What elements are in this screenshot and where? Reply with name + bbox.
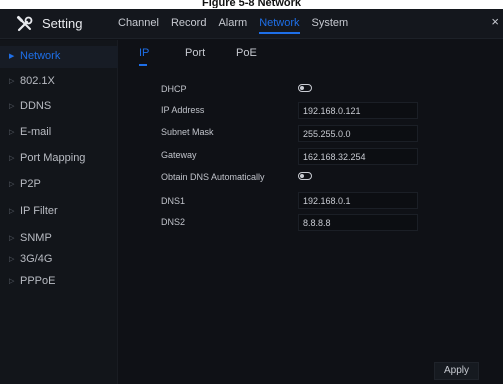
tools-icon	[16, 15, 34, 33]
sidebar-item-label: Port Mapping	[20, 152, 86, 164]
triangle-right-icon: ▷	[9, 278, 15, 285]
gateway-label: Gateway	[161, 150, 197, 160]
auto-dns-toggle[interactable]	[298, 172, 312, 180]
auto-dns-label: Obtain DNS Automatically	[161, 172, 265, 182]
ip-address-label: IP Address	[161, 105, 205, 115]
sidebar-item-email[interactable]: ▷ E-mail	[0, 122, 118, 144]
apply-button[interactable]: Apply	[434, 362, 479, 380]
sidebar-item-label: DDNS	[20, 100, 52, 112]
sidebar-item-port-mapping[interactable]: ▷ Port Mapping	[0, 148, 118, 170]
sidebar-item-label: 3G/4G	[20, 253, 53, 265]
triangle-right-icon: ▷	[9, 256, 15, 263]
sidebar-item-p2p[interactable]: ▷ P2P	[0, 174, 118, 196]
sidebar-item-3g4g[interactable]: ▷ 3G/4G	[0, 249, 118, 271]
triangle-right-icon: ▷	[9, 208, 15, 215]
toggle-knob	[300, 174, 304, 178]
sidebar-item-ddns[interactable]: ▷ DDNS	[0, 96, 118, 118]
title-bar: Setting Channel Record Alarm Network Sys…	[0, 9, 503, 39]
menu-alarm[interactable]: Alarm	[218, 17, 247, 29]
dns2-label: DNS2	[161, 217, 186, 227]
menu-network[interactable]: Network	[259, 17, 300, 34]
dns2-field[interactable]: 8.8.8.8	[298, 214, 418, 231]
tab-label: IP	[139, 47, 150, 59]
menu-system[interactable]: System	[312, 17, 349, 29]
triangle-right-icon: ▷	[9, 235, 15, 242]
sidebar-item-pppoe[interactable]: ▷ PPPoE	[0, 271, 118, 293]
settings-window: Setting Channel Record Alarm Network Sys…	[0, 9, 503, 384]
ip-address-field[interactable]: 192.168.0.121	[298, 102, 418, 119]
dhcp-label: DHCP	[161, 84, 187, 94]
sidebar-item-label: P2P	[20, 178, 41, 190]
triangle-right-icon: ▷	[9, 181, 15, 188]
dhcp-toggle[interactable]	[298, 84, 312, 92]
triangle-right-icon: ▷	[9, 129, 15, 136]
sidebar-item-snmp[interactable]: ▷ SNMP	[0, 228, 118, 250]
sidebar-item-label: IP Filter	[20, 205, 58, 217]
triangle-right-icon: ▶	[9, 53, 15, 60]
sidebar-item-label: PPPoE	[20, 275, 56, 287]
close-button[interactable]: ×	[491, 14, 499, 29]
toggle-knob	[300, 86, 304, 90]
top-menu: Channel Record Alarm Network System	[118, 17, 360, 34]
subnet-mask-field[interactable]: 255.255.0.0	[298, 125, 418, 142]
menu-channel[interactable]: Channel	[118, 17, 159, 29]
sidebar-item-label: SNMP	[20, 232, 52, 244]
tab-poe[interactable]: PoE	[236, 47, 257, 59]
sidebar-item-label: Network	[20, 50, 61, 62]
sidebar-item-label: 802.1X	[20, 75, 55, 87]
sidebar-item-label: E-mail	[20, 126, 52, 138]
subnet-mask-label: Subnet Mask	[161, 127, 214, 137]
triangle-right-icon: ▷	[9, 155, 15, 162]
dns1-field[interactable]: 192.168.0.1	[298, 192, 418, 209]
sidebar-item-8021x[interactable]: ▷ 802.1X	[0, 71, 118, 93]
sidebar-item-network[interactable]: ▶ Network	[0, 46, 118, 68]
triangle-right-icon: ▷	[9, 78, 15, 85]
sidebar-item-ip-filter[interactable]: ▷ IP Filter	[0, 201, 118, 223]
active-tab-indicator	[139, 64, 147, 66]
triangle-right-icon: ▷	[9, 103, 15, 110]
tab-ip[interactable]: IP	[139, 47, 150, 66]
gateway-field[interactable]: 162.168.32.254	[298, 148, 418, 165]
figure-caption: Figure 5-8 Network	[201, 0, 302, 8]
app-title: Setting	[42, 16, 83, 31]
dns1-label: DNS1	[161, 196, 186, 206]
menu-record[interactable]: Record	[171, 17, 206, 29]
sidebar: ▶ Network ▷ 802.1X ▷ DDNS ▷ E-mail ▷ Por…	[0, 40, 118, 384]
tab-port[interactable]: Port	[185, 47, 205, 59]
